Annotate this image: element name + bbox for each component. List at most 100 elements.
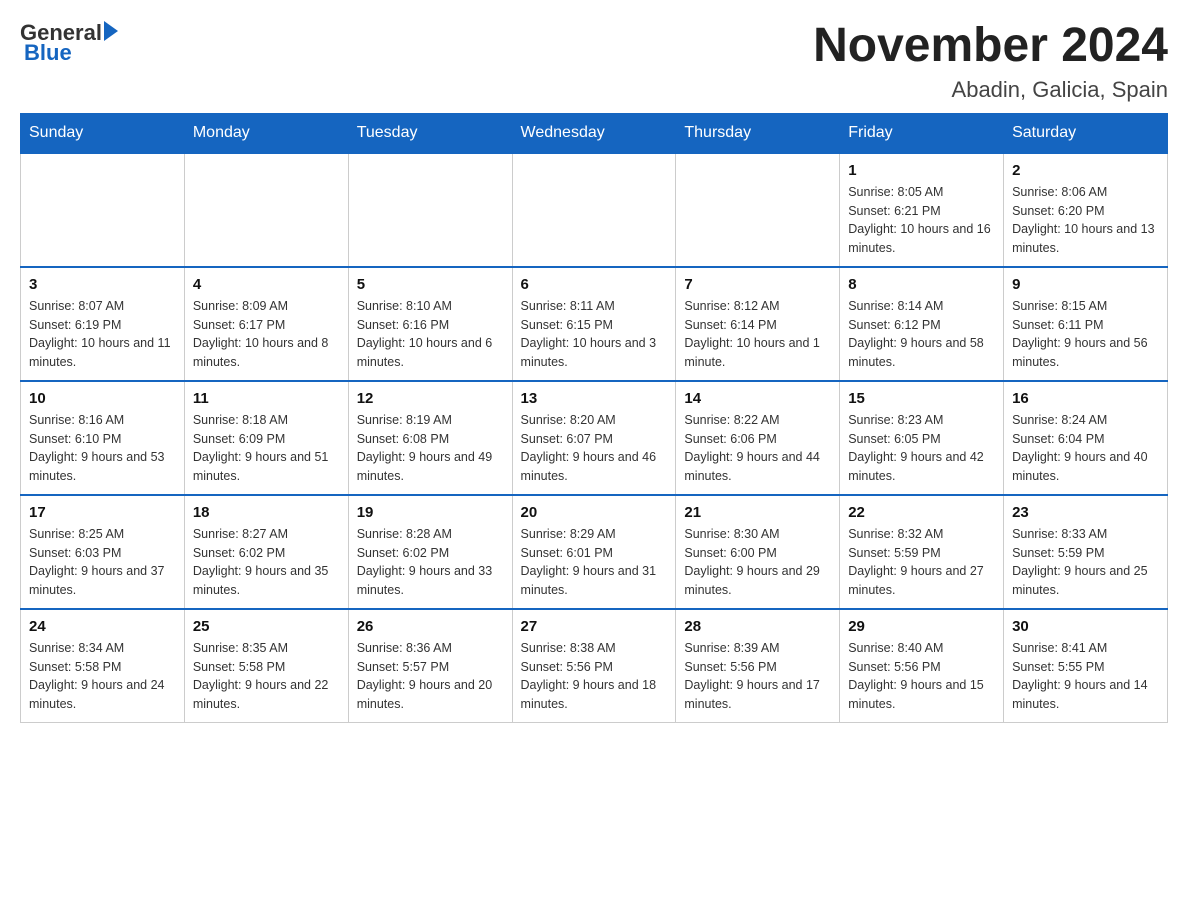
calendar-cell: 26 Sunrise: 8:36 AM Sunset: 5:57 PM Dayli… [348,609,512,723]
day-info: Sunrise: 8:39 AM Sunset: 5:56 PM Dayligh… [684,639,831,714]
weekday-header-sunday: Sunday [21,113,185,153]
day-number: 2 [1012,162,1159,179]
day-number: 16 [1012,390,1159,407]
title-block: November 2024 Abadin, Galicia, Spain [813,20,1168,103]
day-info: Sunrise: 8:40 AM Sunset: 5:56 PM Dayligh… [848,639,995,714]
calendar-cell: 28 Sunrise: 8:39 AM Sunset: 5:56 PM Dayli… [676,609,840,723]
day-number: 28 [684,618,831,635]
day-info: Sunrise: 8:36 AM Sunset: 5:57 PM Dayligh… [357,639,504,714]
calendar-cell: 24 Sunrise: 8:34 AM Sunset: 5:58 PM Dayli… [21,609,185,723]
day-number: 7 [684,276,831,293]
day-number: 1 [848,162,995,179]
day-info: Sunrise: 8:27 AM Sunset: 6:02 PM Dayligh… [193,525,340,600]
day-info: Sunrise: 8:16 AM Sunset: 6:10 PM Dayligh… [29,411,176,486]
day-info: Sunrise: 8:35 AM Sunset: 5:58 PM Dayligh… [193,639,340,714]
logo: General Blue [20,20,118,66]
day-info: Sunrise: 8:10 AM Sunset: 6:16 PM Dayligh… [357,297,504,372]
calendar-cell [348,153,512,267]
day-number: 8 [848,276,995,293]
calendar-cell [676,153,840,267]
weekday-header-tuesday: Tuesday [348,113,512,153]
calendar-cell: 18Sunrise: 8:27 AM Sunset: 6:02 PM Dayli… [184,495,348,609]
day-info: Sunrise: 8:11 AM Sunset: 6:15 PM Dayligh… [521,297,668,372]
day-info: Sunrise: 8:09 AM Sunset: 6:17 PM Dayligh… [193,297,340,372]
day-info: Sunrise: 8:24 AM Sunset: 6:04 PM Dayligh… [1012,411,1159,486]
weekday-header-thursday: Thursday [676,113,840,153]
day-info: Sunrise: 8:28 AM Sunset: 6:02 PM Dayligh… [357,525,504,600]
day-info: Sunrise: 8:19 AM Sunset: 6:08 PM Dayligh… [357,411,504,486]
calendar-cell: 7 Sunrise: 8:12 AM Sunset: 6:14 PM Daylig… [676,267,840,381]
weekday-header-friday: Friday [840,113,1004,153]
day-info: Sunrise: 8:30 AM Sunset: 6:00 PM Dayligh… [684,525,831,600]
calendar-cell: 4Sunrise: 8:09 AM Sunset: 6:17 PM Daylig… [184,267,348,381]
day-number: 21 [684,504,831,521]
calendar-cell: 3 Sunrise: 8:07 AM Sunset: 6:19 PM Daylig… [21,267,185,381]
logo-blue: Blue [24,40,72,66]
day-info: Sunrise: 8:32 AM Sunset: 5:59 PM Dayligh… [848,525,995,600]
day-number: 26 [357,618,504,635]
calendar-cell: 12 Sunrise: 8:19 AM Sunset: 6:08 PM Dayli… [348,381,512,495]
calendar-cell [512,153,676,267]
calendar-cell: 9 Sunrise: 8:15 AM Sunset: 6:11 PM Daylig… [1004,267,1168,381]
calendar-cell: 21 Sunrise: 8:30 AM Sunset: 6:00 PM Dayli… [676,495,840,609]
calendar-cell: 23 Sunrise: 8:33 AM Sunset: 5:59 PM Dayli… [1004,495,1168,609]
day-info: Sunrise: 8:23 AM Sunset: 6:05 PM Dayligh… [848,411,995,486]
day-number: 29 [848,618,995,635]
calendar-cell: 19 Sunrise: 8:28 AM Sunset: 6:02 PM Dayli… [348,495,512,609]
month-title: November 2024 [813,20,1168,73]
day-number: 10 [29,390,176,407]
day-number: 11 [193,390,340,407]
day-number: 15 [848,390,995,407]
day-number: 14 [684,390,831,407]
day-number: 20 [521,504,668,521]
calendar-week-2: 3 Sunrise: 8:07 AM Sunset: 6:19 PM Daylig… [21,267,1168,381]
day-number: 24 [29,618,176,635]
location-title: Abadin, Galicia, Spain [813,77,1168,103]
calendar-cell: 25 Sunrise: 8:35 AM Sunset: 5:58 PM Dayli… [184,609,348,723]
day-number: 9 [1012,276,1159,293]
weekday-header-monday: Monday [184,113,348,153]
day-info: Sunrise: 8:33 AM Sunset: 5:59 PM Dayligh… [1012,525,1159,600]
page-header: General Blue November 2024 Abadin, Galic… [20,20,1168,103]
calendar-cell: 15 Sunrise: 8:23 AM Sunset: 6:05 PM Dayli… [840,381,1004,495]
day-number: 5 [357,276,504,293]
day-number: 17 [29,504,176,521]
calendar-cell: 22 Sunrise: 8:32 AM Sunset: 5:59 PM Dayli… [840,495,1004,609]
day-info: Sunrise: 8:18 AM Sunset: 6:09 PM Dayligh… [193,411,340,486]
day-number: 3 [29,276,176,293]
logo-arrow-icon [104,21,118,41]
calendar-cell: 13Sunrise: 8:20 AM Sunset: 6:07 PM Dayli… [512,381,676,495]
calendar-cell: 10 Sunrise: 8:16 AM Sunset: 6:10 PM Dayli… [21,381,185,495]
day-number: 6 [521,276,668,293]
day-number: 23 [1012,504,1159,521]
calendar-cell: 14Sunrise: 8:22 AM Sunset: 6:06 PM Dayli… [676,381,840,495]
calendar-cell: 8Sunrise: 8:14 AM Sunset: 6:12 PM Daylig… [840,267,1004,381]
calendar-cell: 27Sunrise: 8:38 AM Sunset: 5:56 PM Dayli… [512,609,676,723]
calendar-cell: 29 Sunrise: 8:40 AM Sunset: 5:56 PM Dayli… [840,609,1004,723]
day-number: 19 [357,504,504,521]
calendar-cell: 11 Sunrise: 8:18 AM Sunset: 6:09 PM Dayli… [184,381,348,495]
day-number: 22 [848,504,995,521]
day-info: Sunrise: 8:06 AM Sunset: 6:20 PM Dayligh… [1012,183,1159,258]
weekday-header-saturday: Saturday [1004,113,1168,153]
day-info: Sunrise: 8:41 AM Sunset: 5:55 PM Dayligh… [1012,639,1159,714]
day-info: Sunrise: 8:20 AM Sunset: 6:07 PM Dayligh… [521,411,668,486]
day-info: Sunrise: 8:15 AM Sunset: 6:11 PM Dayligh… [1012,297,1159,372]
day-number: 12 [357,390,504,407]
calendar-week-3: 10 Sunrise: 8:16 AM Sunset: 6:10 PM Dayli… [21,381,1168,495]
day-info: Sunrise: 8:05 AM Sunset: 6:21 PM Dayligh… [848,183,995,258]
calendar-cell: 30 Sunrise: 8:41 AM Sunset: 5:55 PM Dayli… [1004,609,1168,723]
day-info: Sunrise: 8:25 AM Sunset: 6:03 PM Dayligh… [29,525,176,600]
day-number: 30 [1012,618,1159,635]
day-info: Sunrise: 8:38 AM Sunset: 5:56 PM Dayligh… [521,639,668,714]
calendar-header-row: SundayMondayTuesdayWednesdayThursdayFrid… [21,113,1168,153]
day-info: Sunrise: 8:29 AM Sunset: 6:01 PM Dayligh… [521,525,668,600]
calendar-cell: 16 Sunrise: 8:24 AM Sunset: 6:04 PM Dayli… [1004,381,1168,495]
calendar-cell: 6 Sunrise: 8:11 AM Sunset: 6:15 PM Daylig… [512,267,676,381]
weekday-header-wednesday: Wednesday [512,113,676,153]
calendar-week-5: 24 Sunrise: 8:34 AM Sunset: 5:58 PM Dayli… [21,609,1168,723]
day-info: Sunrise: 8:34 AM Sunset: 5:58 PM Dayligh… [29,639,176,714]
day-number: 25 [193,618,340,635]
day-info: Sunrise: 8:12 AM Sunset: 6:14 PM Dayligh… [684,297,831,372]
day-info: Sunrise: 8:07 AM Sunset: 6:19 PM Dayligh… [29,297,176,372]
